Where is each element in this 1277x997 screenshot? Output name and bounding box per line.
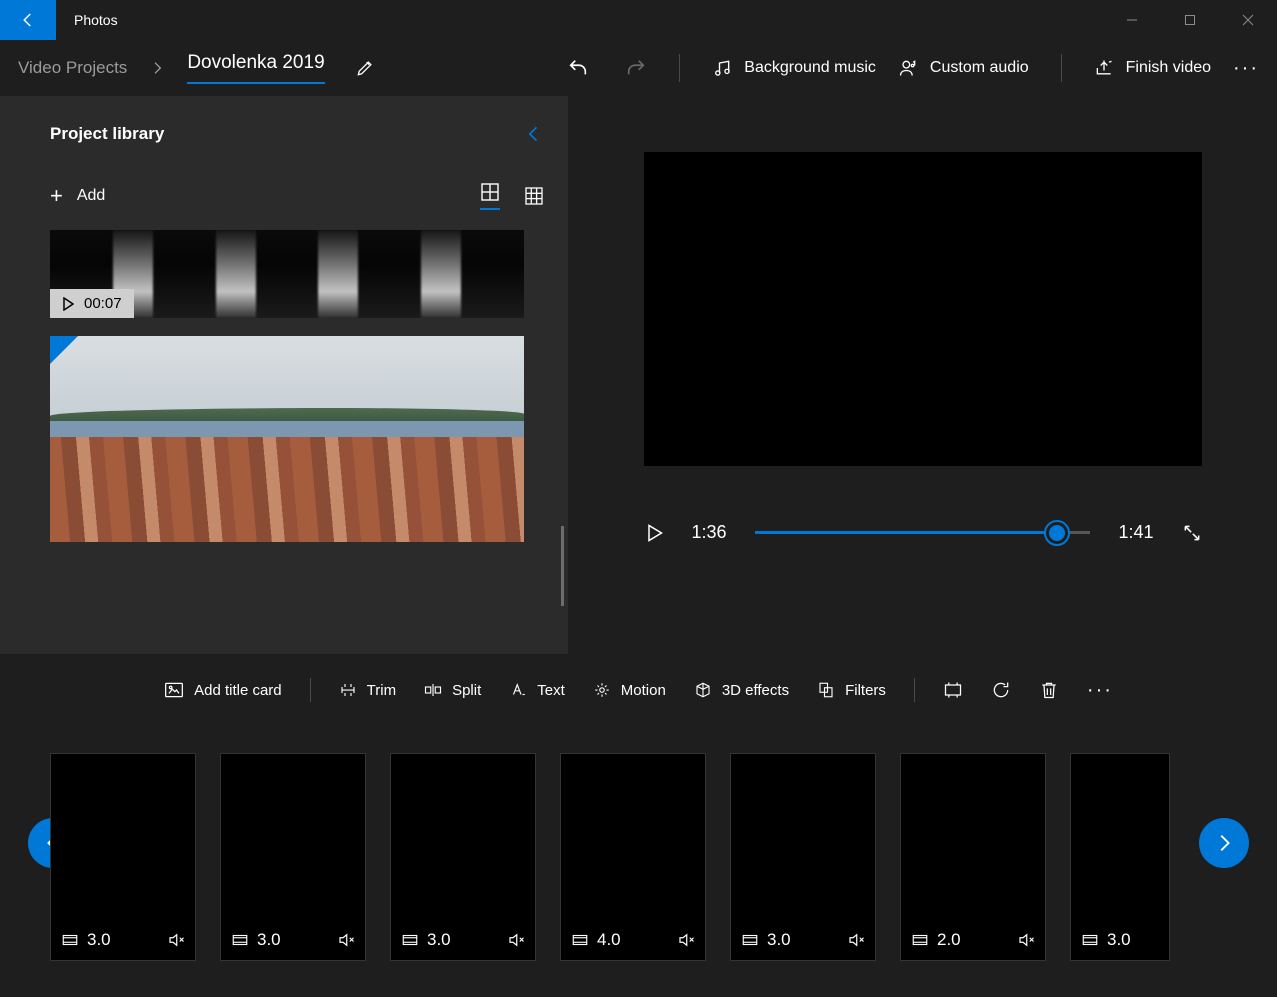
scrub-thumb[interactable]: [1046, 522, 1068, 544]
separator: [1061, 54, 1062, 82]
storyboard-clip[interactable]: 2.0: [900, 753, 1046, 961]
split-button[interactable]: Split: [424, 681, 481, 699]
chevron-right-icon: [149, 60, 165, 76]
3d-effects-button[interactable]: 3D effects: [694, 681, 789, 699]
mute-icon[interactable]: [677, 931, 695, 949]
duration-badge: 00:07: [50, 289, 134, 318]
timeline-more-button[interactable]: ···: [1087, 679, 1113, 702]
more-button[interactable]: ···: [1233, 57, 1259, 80]
window-controls: [1103, 0, 1277, 40]
motion-button[interactable]: Motion: [593, 681, 666, 699]
filters-button[interactable]: Filters: [817, 681, 886, 699]
breadcrumb-root[interactable]: Video Projects: [18, 58, 127, 78]
library-item[interactable]: 00:07: [50, 230, 524, 318]
current-time: 1:36: [692, 522, 727, 543]
storyboard-clip[interactable]: 3.0: [730, 753, 876, 961]
mute-icon[interactable]: [847, 931, 865, 949]
aspect-ratio-button[interactable]: [943, 680, 963, 700]
rotate-button[interactable]: [991, 680, 1011, 700]
finish-video-label: Finish video: [1126, 59, 1211, 77]
custom-audio-button[interactable]: Custom audio: [898, 58, 1029, 78]
clip-duration: 3.0: [767, 930, 791, 950]
storyboard-clip[interactable]: 3.0: [390, 753, 536, 961]
grid-view-large-button[interactable]: [480, 182, 500, 210]
separator: [914, 678, 915, 702]
trim-button[interactable]: Trim: [339, 681, 396, 699]
library-item[interactable]: [50, 336, 524, 542]
mute-icon[interactable]: [1017, 931, 1035, 949]
video-preview[interactable]: [644, 152, 1202, 466]
app-title: Photos: [74, 12, 118, 28]
clip-duration: 3.0: [257, 930, 281, 950]
back-button[interactable]: [0, 0, 56, 40]
background-music-label: Background music: [744, 59, 876, 77]
clip-duration: 2.0: [937, 930, 961, 950]
clip-duration: 00:07: [84, 295, 122, 312]
mute-icon[interactable]: [507, 931, 525, 949]
storyboard-clip[interactable]: 4.0: [560, 753, 706, 961]
storyboard-next-button[interactable]: [1199, 818, 1249, 868]
titlebar: Photos: [0, 0, 1277, 40]
grid-view-small-button[interactable]: [524, 186, 544, 206]
play-button[interactable]: [644, 523, 664, 543]
collapse-library-button[interactable]: [524, 124, 544, 144]
edit-name-button[interactable]: [355, 58, 375, 78]
project-name[interactable]: Dovolenka 2019: [187, 52, 324, 84]
library-title: Project library: [50, 124, 164, 144]
redo-button[interactable]: [625, 57, 647, 79]
close-button[interactable]: [1219, 0, 1277, 40]
separator: [679, 54, 680, 82]
maximize-button[interactable]: [1161, 0, 1219, 40]
timeline-toolbar: Add title card Trim Split Text Motion 3D…: [0, 662, 1277, 718]
storyboard-clip[interactable]: 3.0: [220, 753, 366, 961]
title-card-label: Add title card: [194, 682, 282, 699]
total-time: 1:41: [1118, 522, 1153, 543]
motion-label: Motion: [621, 682, 666, 699]
project-library-panel: Project library + Add: [0, 96, 568, 654]
storyboard-clip[interactable]: 3.0: [50, 753, 196, 961]
minimize-button[interactable]: [1103, 0, 1161, 40]
scrub-bar[interactable]: [755, 523, 1091, 543]
finish-video-button[interactable]: Finish video: [1094, 58, 1211, 78]
used-marker-icon: [50, 336, 78, 364]
add-media-button[interactable]: + Add: [50, 183, 105, 209]
storyboard-clip[interactable]: 3.0: [1070, 753, 1170, 961]
fullscreen-button[interactable]: [1182, 523, 1202, 543]
background-music-button[interactable]: Background music: [712, 58, 876, 78]
clip-duration: 3.0: [427, 930, 451, 950]
separator: [310, 678, 311, 702]
scrollbar[interactable]: [561, 526, 564, 606]
mute-icon[interactable]: [167, 931, 185, 949]
add-title-card-button[interactable]: Add title card: [164, 680, 282, 700]
preview-panel: 1:36 1:41: [568, 96, 1277, 654]
text-label: Text: [537, 682, 565, 699]
plus-icon: +: [50, 183, 63, 209]
delete-button[interactable]: [1039, 680, 1059, 700]
text-button[interactable]: Text: [509, 681, 565, 699]
add-label: Add: [77, 187, 105, 205]
3d-effects-label: 3D effects: [722, 682, 789, 699]
toolbar: Video Projects Dovolenka 2019 Background…: [0, 40, 1277, 96]
filters-label: Filters: [845, 682, 886, 699]
custom-audio-label: Custom audio: [930, 59, 1029, 77]
split-label: Split: [452, 682, 481, 699]
trim-label: Trim: [367, 682, 396, 699]
clip-duration: 3.0: [1107, 930, 1131, 950]
storyboard: 3.0 3.0 3.0 4.0 3.0 2.0 3.: [0, 718, 1277, 978]
clip-duration: 3.0: [87, 930, 111, 950]
undo-button[interactable]: [567, 57, 589, 79]
clip-duration: 4.0: [597, 930, 621, 950]
mute-icon[interactable]: [337, 931, 355, 949]
